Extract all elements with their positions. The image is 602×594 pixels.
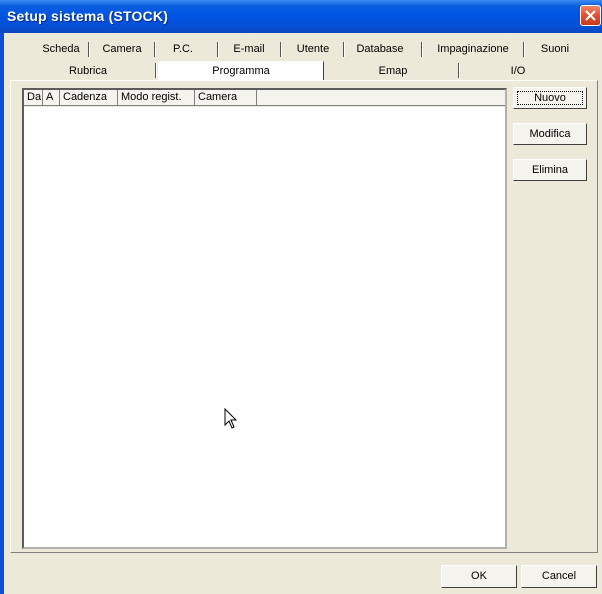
cancel-button-label: Cancel xyxy=(541,570,577,582)
tab-separator xyxy=(217,42,219,57)
tab-separator xyxy=(343,42,345,57)
tab-separator xyxy=(421,42,423,57)
list-header: Da A Cadenza Modo regist. Camera xyxy=(24,90,505,107)
column-header-da[interactable]: Da xyxy=(24,90,43,106)
tab-separator xyxy=(155,63,157,78)
tab-utente[interactable]: Utente xyxy=(286,41,340,58)
column-header-modo-regist[interactable]: Modo regist. xyxy=(118,90,195,106)
delete-button-label: Elimina xyxy=(531,164,569,176)
column-header-cadenza[interactable]: Cadenza xyxy=(60,90,118,106)
tab-emap[interactable]: Emap xyxy=(330,63,456,80)
tab-pc[interactable]: P.C. xyxy=(159,41,207,58)
tab-io[interactable]: I/O xyxy=(484,63,552,80)
tab-database[interactable]: Database xyxy=(348,41,412,58)
setup-dialog: Setup sistema (STOCK) Scheda Camera P.C.… xyxy=(0,0,602,594)
focus-rectangle xyxy=(517,91,583,105)
new-button[interactable]: Nuovo xyxy=(513,87,587,109)
tab-suoni[interactable]: Suoni xyxy=(528,41,582,58)
close-button[interactable] xyxy=(580,5,601,26)
tab-rubrica[interactable]: Rubrica xyxy=(40,63,136,80)
ok-button[interactable]: OK xyxy=(441,565,517,588)
tab-separator xyxy=(154,42,156,57)
tab-email[interactable]: E-mail xyxy=(222,41,276,58)
tab-separator xyxy=(280,42,282,57)
tab-programma-selected[interactable]: Programma xyxy=(158,61,324,81)
tab-scheda[interactable]: Scheda xyxy=(36,41,86,58)
ok-button-label: OK xyxy=(471,570,487,582)
schedule-list[interactable]: Da A Cadenza Modo regist. Camera xyxy=(22,88,507,549)
window-title: Setup sistema (STOCK) xyxy=(7,8,169,24)
dialog-client: Scheda Camera P.C. E-mail Utente Databas… xyxy=(4,33,602,594)
tab-programma: Programma xyxy=(212,65,270,77)
cancel-button[interactable]: Cancel xyxy=(521,565,597,588)
tab-camera[interactable]: Camera xyxy=(93,41,151,58)
column-header-camera[interactable]: Camera xyxy=(195,90,257,106)
column-header-a[interactable]: A xyxy=(43,90,60,106)
edit-button[interactable]: Modifica xyxy=(513,123,587,145)
tab-separator xyxy=(458,63,460,78)
mouse-cursor-icon xyxy=(224,408,238,429)
tab-separator xyxy=(523,42,525,57)
close-icon xyxy=(585,10,596,21)
column-header-filler xyxy=(257,90,505,106)
delete-button[interactable]: Elimina xyxy=(513,159,587,181)
edit-button-label: Modifica xyxy=(529,128,571,140)
title-bar[interactable]: Setup sistema (STOCK) xyxy=(0,0,602,33)
tab-separator xyxy=(88,42,90,57)
tab-impaginazione[interactable]: Impaginazione xyxy=(426,41,520,58)
